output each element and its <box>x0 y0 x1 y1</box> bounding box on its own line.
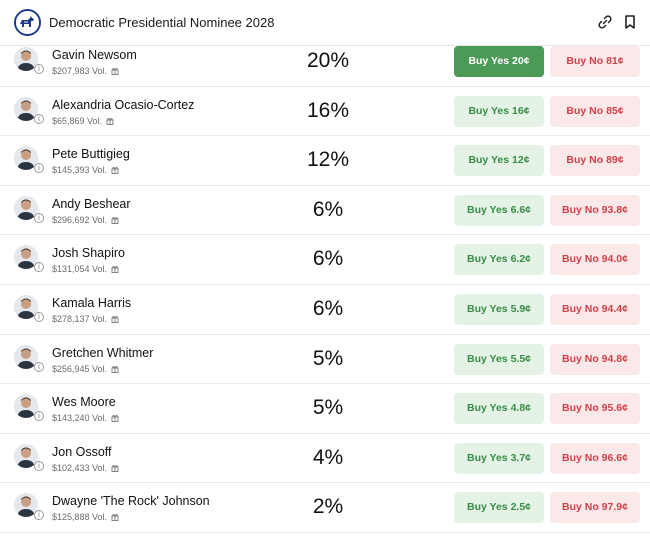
gift-icon <box>111 414 119 423</box>
buy-yes-button[interactable]: Buy Yes 3.7¢ <box>454 442 544 474</box>
candidate-name: Dwayne 'The Rock' Johnson <box>52 494 210 509</box>
volume-text: $143,240 Vol. <box>52 413 108 424</box>
candidate-row[interactable]: i Kamala Harris $278,137 Vol. 6% Buy Yes… <box>0 285 650 335</box>
candidate-percentage: 6% <box>312 247 344 271</box>
buy-no-button[interactable]: Buy No 89¢ <box>550 145 640 177</box>
candidate-row[interactable]: i Dwayne 'The Rock' Johnson $125,888 Vol… <box>0 483 650 533</box>
volume-text: $278,137 Vol. <box>52 313 108 324</box>
info-icon[interactable]: i <box>34 411 44 422</box>
info-icon[interactable]: i <box>34 113 44 124</box>
buy-no-button[interactable]: Buy No 97.9¢ <box>550 492 640 524</box>
buy-no-button[interactable]: Buy No 85¢ <box>550 95 640 127</box>
candidate-name: Jon Ossoff <box>52 444 112 459</box>
candidate-percentage: 6% <box>312 197 344 221</box>
buy-no-button[interactable]: Buy No 94.0¢ <box>550 244 640 276</box>
volume-text: $102,433 Vol. <box>52 462 108 473</box>
candidate-volume: $125,888 Vol. <box>52 512 119 522</box>
page-title: Democratic Presidential Nominee 2028 <box>49 15 275 30</box>
candidate-volume: $278,137 Vol. <box>52 314 119 324</box>
info-icon[interactable]: i <box>34 64 44 74</box>
candidate-row[interactable]: i Josh Shapiro $131,054 Vol. 6% Buy Yes … <box>0 235 650 285</box>
market-header: Democratic Presidential Nominee 2028 <box>0 0 650 46</box>
candidate-name: Wes Moore <box>52 395 116 410</box>
candidate-volume: $65,869 Vol. <box>52 116 114 126</box>
gift-icon <box>111 216 119 224</box>
info-icon[interactable]: i <box>34 510 44 521</box>
volume-text: $256,945 Vol. <box>52 363 108 374</box>
candidate-row[interactable]: i Gretchen Whitmer $256,945 Vol. 5% Buy … <box>0 335 650 385</box>
buy-yes-button[interactable]: Buy Yes 5.5¢ <box>454 343 544 375</box>
buy-yes-button[interactable]: Buy Yes 6.6¢ <box>454 194 544 226</box>
candidate-volume: $296,692 Vol. <box>52 215 119 225</box>
gift-icon <box>106 117 114 125</box>
info-icon[interactable]: i <box>34 311 44 322</box>
candidate-percentage: 16% <box>306 98 350 122</box>
candidate-volume: $145,393 Vol. <box>52 165 119 175</box>
candidate-percentage: 6% <box>312 296 344 320</box>
candidate-row[interactable]: i Pete Buttigieg $145,393 Vol. 12% Buy Y… <box>0 136 650 186</box>
volume-text: $145,393 Vol. <box>52 165 108 176</box>
candidate-row[interactable]: i Alexandria Ocasio-Cortez $65,869 Vol. … <box>0 87 650 137</box>
candidate-percentage: 12% <box>306 148 350 172</box>
volume-text: $207,983 Vol. <box>52 66 108 76</box>
candidate-name: Gretchen Whitmer <box>52 345 154 360</box>
buy-yes-button[interactable]: Buy Yes 20¢ <box>454 46 544 77</box>
candidate-volume: $131,054 Vol. <box>52 264 119 274</box>
candidate-name: Josh Shapiro <box>52 246 125 261</box>
candidate-percentage: 5% <box>312 396 344 420</box>
buy-yes-button[interactable]: Buy Yes 6.2¢ <box>454 244 544 276</box>
candidate-volume: $102,433 Vol. <box>52 463 119 473</box>
volume-text: $131,054 Vol. <box>52 264 108 275</box>
buy-yes-button[interactable]: Buy Yes 4.8¢ <box>454 393 544 425</box>
gift-icon <box>111 365 119 373</box>
volume-text: $65,869 Vol. <box>52 115 103 126</box>
candidate-name: Pete Buttigieg <box>52 147 130 162</box>
gift-icon <box>111 315 119 323</box>
candidate-name: Alexandria Ocasio-Cortez <box>52 97 195 112</box>
info-icon[interactable]: i <box>34 212 44 223</box>
candidate-percentage: 5% <box>312 346 344 370</box>
buy-yes-button[interactable]: Buy Yes 2.5¢ <box>454 492 544 524</box>
candidate-volume: $143,240 Vol. <box>52 413 119 423</box>
candidate-name: Kamala Harris <box>52 295 132 310</box>
gift-icon <box>111 464 119 472</box>
candidate-list: i Gavin Newsom $207,983 Vol. 20% Buy Yes… <box>0 37 650 533</box>
candidate-volume: $256,945 Vol. <box>52 364 119 374</box>
candidate-row[interactable]: i Andy Beshear $296,692 Vol. 6% Buy Yes … <box>0 186 650 236</box>
info-icon[interactable]: i <box>34 460 44 471</box>
volume-text: $125,888 Vol. <box>52 512 108 523</box>
buy-yes-button[interactable]: Buy Yes 12¢ <box>454 145 544 177</box>
volume-text: $296,692 Vol. <box>52 214 108 225</box>
buy-no-button[interactable]: Buy No 81¢ <box>550 46 640 77</box>
buy-no-button[interactable]: Buy No 94.8¢ <box>550 343 640 375</box>
donkey-icon <box>14 9 41 36</box>
buy-no-button[interactable]: Buy No 95.6¢ <box>550 393 640 425</box>
gift-icon <box>111 513 119 522</box>
bookmark-icon[interactable] <box>621 13 639 31</box>
buy-no-button[interactable]: Buy No 94.4¢ <box>550 293 640 325</box>
gift-icon <box>111 166 119 175</box>
buy-no-button[interactable]: Buy No 93.8¢ <box>550 194 640 226</box>
buy-no-button[interactable]: Buy No 96.6¢ <box>550 442 640 474</box>
link-icon[interactable] <box>596 13 614 31</box>
candidate-name: Andy Beshear <box>52 196 131 211</box>
candidate-row[interactable]: i Jon Ossoff $102,433 Vol. 4% Buy Yes 3.… <box>0 434 650 484</box>
info-icon[interactable]: i <box>34 163 44 174</box>
info-icon[interactable]: i <box>34 262 44 273</box>
candidate-volume: $207,983 Vol. <box>52 66 119 76</box>
candidate-row[interactable]: i Wes Moore $143,240 Vol. 5% Buy Yes 4.8… <box>0 384 650 434</box>
buy-yes-button[interactable]: Buy Yes 5.9¢ <box>454 293 544 325</box>
candidate-percentage: 20% <box>306 49 350 72</box>
buy-yes-button[interactable]: Buy Yes 16¢ <box>454 95 544 127</box>
candidate-name: Gavin Newsom <box>52 48 137 62</box>
info-icon[interactable]: i <box>34 361 44 372</box>
candidate-percentage: 2% <box>312 495 344 519</box>
gift-icon <box>111 265 119 274</box>
gift-icon <box>111 67 119 75</box>
candidate-percentage: 4% <box>312 445 344 469</box>
